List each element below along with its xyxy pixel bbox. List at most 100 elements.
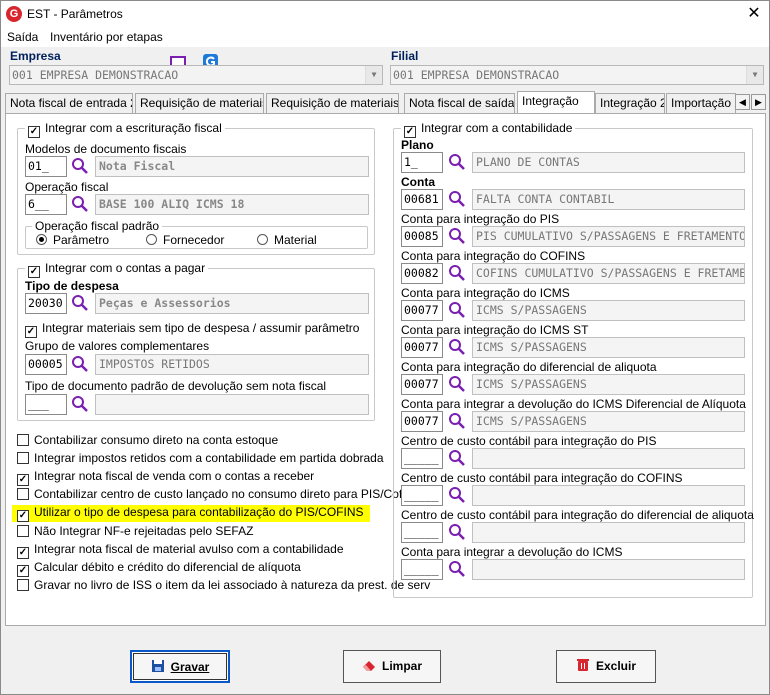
contab-desc: PLANO DE CONTAS bbox=[472, 152, 745, 173]
option-checkbox[interactable]: ✓ bbox=[17, 510, 29, 523]
sem-tipo-label: Integrar materiais sem tipo de despesa /… bbox=[42, 321, 360, 335]
tab-requisicao-materiais-2[interactable]: Requisição de materiais 2 bbox=[266, 93, 399, 113]
option-label: Gravar no livro de ISS o item da lei ass… bbox=[34, 577, 431, 592]
contab-group-title[interactable]: ✓ Integrar com a contabilidade bbox=[401, 121, 576, 138]
contab-desc: COFINS CUMULATIVO S/PASSAGENS E FRETAMEN… bbox=[472, 263, 745, 284]
contab-code-input[interactable]: 00681 bbox=[401, 189, 443, 210]
app-logo-icon: G bbox=[6, 6, 22, 22]
limpar-button[interactable]: Limpar bbox=[343, 650, 441, 683]
gravar-button[interactable]: Gravar bbox=[130, 650, 230, 683]
option-row[interactable]: Contabilizar centro de custo lançado no … bbox=[17, 487, 418, 501]
option-row[interactable]: ✓ Utilizar o tipo de despesa para contabi… bbox=[12, 505, 370, 523]
radio-dot[interactable] bbox=[36, 234, 47, 245]
radio-material[interactable]: Material bbox=[257, 233, 317, 247]
radio-fornecedor-label: Fornecedor bbox=[163, 233, 225, 247]
operacao-code-input[interactable]: 6__ bbox=[25, 194, 67, 215]
search-icon[interactable] bbox=[448, 227, 466, 245]
devol-code-input[interactable]: ___ bbox=[25, 394, 67, 415]
option-row[interactable]: Contabilizar consumo direto na conta est… bbox=[17, 433, 278, 447]
tab-scroll-right-icon[interactable]: ▶ bbox=[751, 94, 766, 110]
pagar-title-text: Integrar com o contas a pagar bbox=[45, 261, 206, 275]
search-icon[interactable] bbox=[71, 195, 89, 213]
option-row[interactable]: Não Integrar NF-e rejeitadas pelo SEFAZ bbox=[17, 524, 253, 538]
fiscal-group-title[interactable]: ✓ Integrar com a escrituração fiscal bbox=[25, 121, 225, 138]
chevron-down-icon[interactable]: ▼ bbox=[365, 66, 382, 84]
menu-saida[interactable]: Saída bbox=[7, 30, 38, 44]
contab-code-input[interactable]: _____ bbox=[401, 559, 443, 580]
option-row[interactable]: Gravar no livro de ISS o item da lei ass… bbox=[17, 578, 430, 592]
sem-tipo-checkbox[interactable]: ✓ bbox=[25, 326, 37, 338]
contab-code-input[interactable]: _____ bbox=[401, 448, 443, 469]
search-icon[interactable] bbox=[448, 412, 466, 430]
option-row[interactable]: ✓ Integrar nota fiscal de venda com o con… bbox=[17, 469, 314, 487]
search-icon[interactable] bbox=[448, 560, 466, 578]
tab-integracao[interactable]: Integração bbox=[517, 91, 595, 114]
main-window: G EST - Parâmetros ✕ Saída Inventário po… bbox=[0, 0, 770, 695]
search-icon[interactable] bbox=[448, 486, 466, 504]
contab-desc bbox=[472, 559, 745, 580]
empresa-select[interactable]: 001 EMPRESA DEMONSTRACAO ▼ bbox=[9, 65, 383, 85]
chevron-down-icon[interactable]: ▼ bbox=[746, 66, 763, 84]
contab-code-input[interactable]: 00077 bbox=[401, 300, 443, 321]
grupo-code-input[interactable]: 00005 bbox=[25, 354, 67, 375]
tab-integracao-2[interactable]: Integração 2 bbox=[595, 93, 665, 113]
option-row[interactable]: ✓ Integrar nota fiscal de material avulso… bbox=[17, 542, 344, 559]
search-icon[interactable] bbox=[448, 264, 466, 282]
search-icon[interactable] bbox=[448, 190, 466, 208]
option-checkbox[interactable]: ✓ bbox=[17, 564, 29, 577]
search-icon[interactable] bbox=[71, 157, 89, 175]
search-icon[interactable] bbox=[448, 523, 466, 541]
contab-code-input[interactable]: 00077 bbox=[401, 337, 443, 358]
option-checkbox[interactable] bbox=[17, 452, 29, 465]
title-bar: G EST - Parâmetros ✕ bbox=[1, 1, 769, 27]
tipo-despesa-code-input[interactable]: 20030 bbox=[25, 293, 67, 314]
search-icon[interactable] bbox=[448, 153, 466, 171]
search-icon[interactable] bbox=[448, 301, 466, 319]
pagar-group-title[interactable]: ✓ Integrar com o contas a pagar bbox=[25, 261, 209, 278]
option-checkbox[interactable]: ✓ bbox=[17, 474, 29, 487]
contab-code-input[interactable]: 00085 bbox=[401, 226, 443, 247]
contab-code-input[interactable]: 1_ bbox=[401, 152, 443, 173]
search-icon[interactable] bbox=[71, 395, 89, 413]
radio-material-label: Material bbox=[274, 233, 317, 247]
radio-dot[interactable] bbox=[257, 234, 268, 245]
search-icon[interactable] bbox=[71, 355, 89, 373]
option-checkbox[interactable] bbox=[17, 488, 29, 501]
tab-nota-fiscal-entrada-2[interactable]: Nota fiscal de entrada 2 bbox=[5, 93, 133, 113]
radio-dot[interactable] bbox=[146, 234, 157, 245]
tab-scroll-left-icon[interactable]: ◀ bbox=[735, 94, 750, 110]
menu-inventario[interactable]: Inventário por etapas bbox=[50, 30, 163, 44]
contab-field-label: Conta para integração do PIS bbox=[401, 212, 560, 226]
option-checkbox[interactable] bbox=[17, 434, 29, 446]
contab-code-input[interactable]: _____ bbox=[401, 485, 443, 506]
empresa-label: Empresa bbox=[10, 49, 61, 63]
search-icon[interactable] bbox=[71, 294, 89, 312]
tab-nota-fiscal-saida[interactable]: Nota fiscal de saída bbox=[404, 93, 515, 113]
contab-code-input[interactable]: 00082 bbox=[401, 263, 443, 284]
search-icon[interactable] bbox=[448, 338, 466, 356]
option-checkbox[interactable] bbox=[17, 524, 29, 537]
filial-select[interactable]: 001 EMPRESA DEMONSTRACAO ▼ bbox=[390, 65, 764, 85]
option-checkbox[interactable]: ✓ bbox=[17, 546, 29, 559]
excluir-button[interactable]: Excluir bbox=[556, 650, 656, 683]
close-button[interactable]: ✕ bbox=[743, 4, 765, 24]
tab-importacao-xml[interactable]: Importação XML bbox=[666, 93, 736, 113]
option-row[interactable]: ✓ Calcular débito e crédito do diferencia… bbox=[17, 560, 301, 577]
contab-code-input[interactable]: _____ bbox=[401, 522, 443, 543]
sem-tipo-checkbox-row[interactable]: ✓ Integrar materiais sem tipo de despesa … bbox=[25, 321, 359, 338]
contab-code-input[interactable]: 00077 bbox=[401, 411, 443, 432]
trash-icon bbox=[576, 659, 589, 671]
search-icon[interactable] bbox=[448, 449, 466, 467]
option-checkbox[interactable] bbox=[17, 578, 29, 591]
radio-parametro[interactable]: Parâmetro bbox=[36, 233, 109, 247]
fiscal-checkbox[interactable]: ✓ bbox=[28, 126, 40, 138]
modelos-code-input[interactable]: 01_ bbox=[25, 156, 67, 177]
contab-code-input[interactable]: 00077 bbox=[401, 374, 443, 395]
contab-checkbox[interactable]: ✓ bbox=[404, 126, 416, 138]
radio-fornecedor[interactable]: Fornecedor bbox=[146, 233, 224, 247]
pagar-checkbox[interactable]: ✓ bbox=[28, 266, 40, 278]
tab-requisicao-materiais[interactable]: Requisição de materiais bbox=[135, 93, 264, 113]
search-icon[interactable] bbox=[448, 375, 466, 393]
option-row[interactable]: Integrar impostos retidos com a contabil… bbox=[17, 451, 384, 465]
devol-desc bbox=[95, 394, 369, 415]
